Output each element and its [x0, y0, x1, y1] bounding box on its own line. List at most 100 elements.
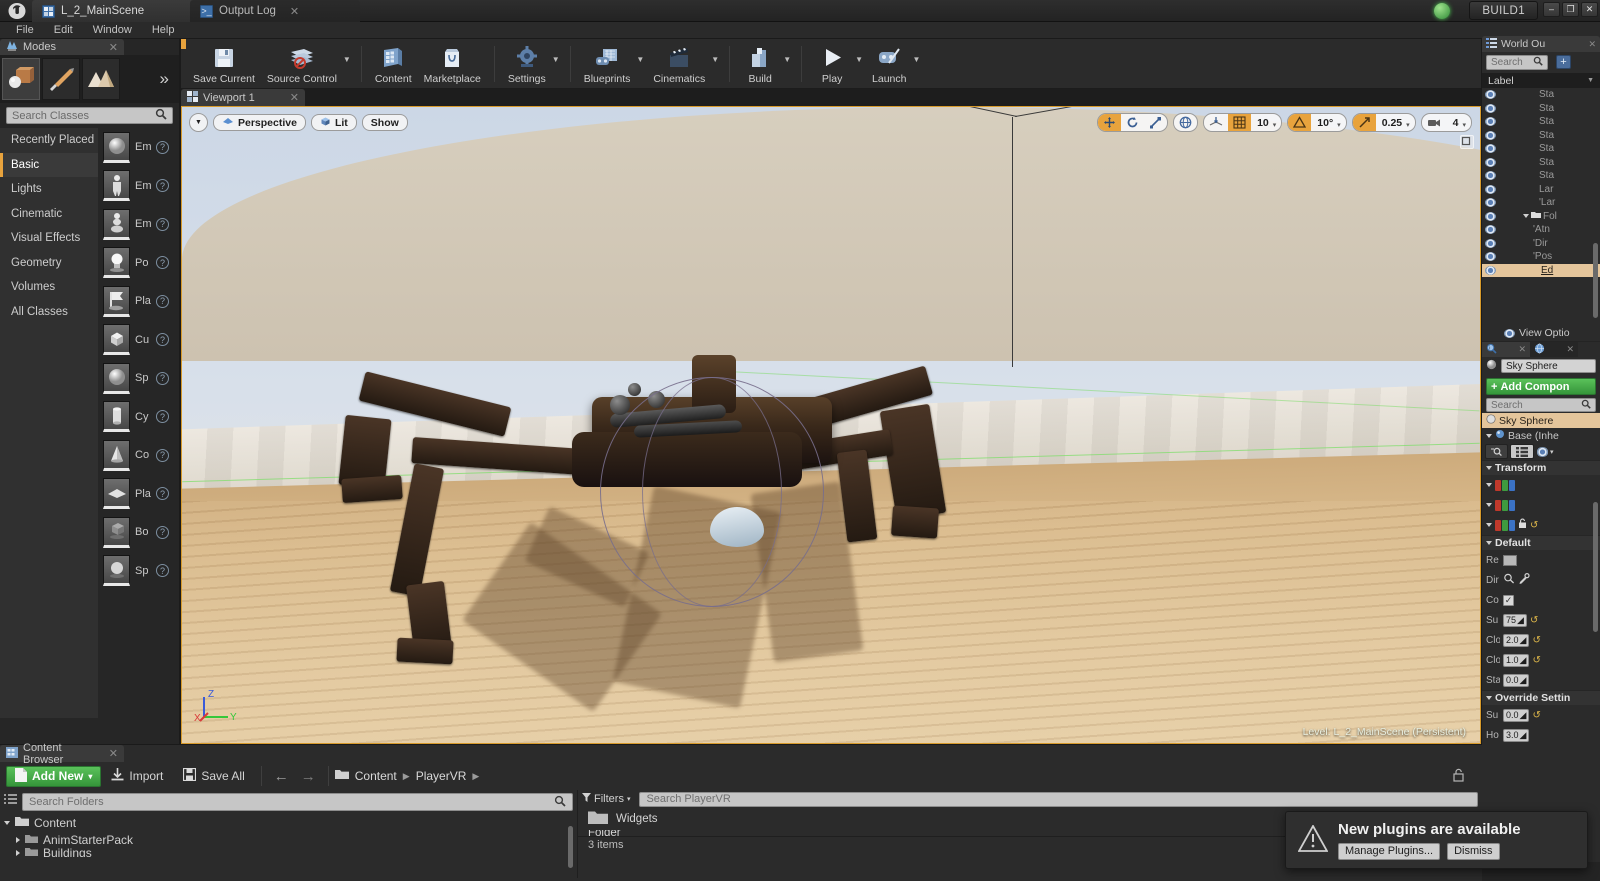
help-icon[interactable]: ?	[156, 448, 169, 462]
property-row-stars-brightness[interactable]: Sta 0.0 ◢	[1482, 670, 1600, 690]
number-input[interactable]: 2.0 ◢	[1503, 633, 1530, 647]
section-header-transform[interactable]: Transform	[1482, 460, 1600, 475]
close-icon[interactable]: ✕	[1566, 344, 1574, 355]
eye-icon[interactable]	[1485, 211, 1496, 221]
expand-arrow-icon[interactable]	[1486, 503, 1492, 507]
details-scrollbar[interactable]	[1593, 502, 1598, 632]
content-browser-lock-icon[interactable]	[1453, 768, 1476, 785]
component-row-skysphere[interactable]: Sky Sphere	[1482, 413, 1600, 428]
camera-speed-value[interactable]: 4	[1447, 117, 1463, 129]
drag-handle-icon[interactable]: ◢	[1517, 615, 1524, 626]
property-row-directional-light[interactable]: Dir	[1482, 570, 1600, 590]
details-search-filter-button[interactable]	[1485, 444, 1508, 459]
reset-icon[interactable]: ↺	[1532, 635, 1540, 646]
property-row-override-sun[interactable]: Su 0.0 ◢ ↺	[1482, 705, 1600, 725]
eye-icon[interactable]	[1485, 238, 1496, 248]
help-icon[interactable]: ?	[156, 256, 169, 270]
build-button[interactable]: Build	[737, 41, 783, 87]
source-control-dropdown-icon[interactable]: ▼	[343, 55, 354, 72]
property-row-cloud-speed[interactable]: Clo 2.0 ◢ ↺	[1482, 630, 1600, 650]
place-mode-button[interactable]	[2, 58, 40, 100]
expand-arrow-icon[interactable]	[16, 836, 20, 843]
lock-icon[interactable]	[1518, 518, 1527, 532]
chevron-down-icon[interactable]: ▾	[1462, 121, 1471, 131]
vector-scale-input[interactable]	[1495, 519, 1515, 531]
number-input[interactable]: 3.0 ◢	[1503, 728, 1530, 742]
outliner-row[interactable]: 'Dir	[1482, 237, 1600, 251]
number-input[interactable]: 0.0 ◢	[1503, 708, 1530, 722]
blueprints-button[interactable]: Blueprints	[578, 41, 637, 87]
outliner-row[interactable]: Sta	[1482, 156, 1600, 170]
breadcrumb-playervr[interactable]: PlayerVR	[416, 769, 467, 783]
landscape-mode-button[interactable]	[82, 58, 120, 100]
menu-window[interactable]: Window	[83, 22, 142, 39]
outliner-row[interactable]: 'Lar	[1482, 196, 1600, 210]
category-volumes[interactable]: Volumes	[0, 275, 98, 300]
import-button[interactable]: Import	[101, 765, 173, 787]
eye-icon[interactable]	[1485, 252, 1496, 262]
property-row-colors-determined[interactable]: Co ✓	[1482, 590, 1600, 610]
reset-icon[interactable]: ↺	[1530, 615, 1538, 626]
component-row-base[interactable]: Base (Inhe	[1482, 428, 1600, 443]
z-component[interactable]	[1509, 519, 1515, 531]
category-basic[interactable]: Basic	[0, 152, 98, 177]
placement-asset-list[interactable]: Em ? Em ? Em ? Po ? Pla ? Cu ? Sp ? Cy ?…	[98, 128, 179, 718]
launch-dropdown-icon[interactable]: ▼	[912, 55, 923, 72]
category-lights[interactable]: Lights	[0, 177, 98, 202]
tab-world-settings[interactable]: ✕	[1530, 342, 1578, 357]
scale-snap-toggle[interactable]	[1352, 114, 1376, 131]
outliner-row-folder[interactable]: Fol	[1482, 210, 1600, 224]
eye-icon[interactable]	[1485, 90, 1496, 100]
asset-search-input[interactable]: Search PlayerVR	[639, 791, 1478, 807]
outliner-row[interactable]: Sta	[1482, 88, 1600, 102]
world-outliner-tab[interactable]: World Ou ✕	[1482, 36, 1600, 52]
property-row-rotation[interactable]	[1482, 495, 1600, 515]
help-icon[interactable]: ?	[156, 179, 169, 193]
expand-arrow-icon[interactable]	[1523, 214, 1529, 219]
show-menu-button[interactable]: Show	[361, 114, 408, 131]
grid-snap-toggle[interactable]	[1228, 114, 1252, 131]
tab-details[interactable]: i ✕	[1482, 342, 1530, 357]
settings-button[interactable]: Settings	[502, 41, 552, 87]
help-icon[interactable]: ?	[156, 333, 169, 347]
angle-snap-value[interactable]: 10°	[1311, 117, 1337, 129]
x-component[interactable]	[1495, 519, 1501, 531]
chevron-down-icon[interactable]: ▾	[1337, 121, 1346, 131]
create-actor-button[interactable]: +	[1556, 55, 1571, 69]
modes-tab[interactable]: Modes ✕	[0, 39, 124, 55]
x-component[interactable]	[1495, 499, 1501, 511]
filters-button[interactable]: Filters ▾	[582, 793, 634, 805]
help-icon[interactable]: ?	[156, 371, 169, 385]
chevron-down-icon[interactable]: ▾	[1406, 121, 1415, 131]
outliner-rows[interactable]: Sta Sta Sta Sta Sta Sta Sta Lar 'Lar Fol	[1482, 88, 1600, 318]
grid-snap-value[interactable]: 10	[1251, 117, 1273, 129]
outliner-row[interactable]: Sta	[1482, 102, 1600, 116]
property-row-cloud-opacity[interactable]: Clo 1.0 ◢ ↺	[1482, 650, 1600, 670]
window-tab-outputlog[interactable]: >_ Output Log ✕	[190, 0, 360, 22]
eye-icon[interactable]	[1485, 117, 1496, 127]
section-header-override-settings[interactable]: Override Settin	[1482, 690, 1600, 705]
breadcrumb-content[interactable]: Content	[355, 769, 397, 783]
drag-handle-icon[interactable]: ◢	[1520, 710, 1527, 721]
outliner-view-options-button[interactable]: View Optio	[1482, 325, 1600, 341]
placement-item[interactable]: Pla ?	[98, 475, 179, 514]
expand-arrow-icon[interactable]	[16, 849, 20, 856]
scale-snap-value[interactable]: 0.25	[1376, 117, 1406, 129]
close-icon[interactable]: ✕	[109, 41, 118, 54]
maximize-button[interactable]: ❐	[1562, 2, 1579, 17]
color-swatch[interactable]	[1503, 554, 1517, 566]
menu-help[interactable]: Help	[142, 22, 185, 39]
drag-handle-icon[interactable]: ◢	[1520, 675, 1527, 686]
minimize-button[interactable]: –	[1543, 2, 1560, 17]
launch-button[interactable]: Launch	[866, 41, 912, 87]
details-search-input[interactable]: Search	[1486, 398, 1596, 412]
save-all-button[interactable]: Save All	[173, 765, 254, 787]
outliner-search-input[interactable]: Search	[1486, 55, 1548, 70]
viewport-options-menu[interactable]: ▼	[189, 113, 208, 132]
drag-handle-icon[interactable]: ◢	[1520, 730, 1527, 741]
outliner-row[interactable]: Sta	[1482, 129, 1600, 143]
placement-item[interactable]: Em ?	[98, 167, 179, 206]
outliner-column-header[interactable]: Label ▼	[1482, 73, 1600, 88]
reset-icon[interactable]: ↺	[1532, 655, 1540, 666]
help-icon[interactable]: ?	[156, 217, 169, 231]
